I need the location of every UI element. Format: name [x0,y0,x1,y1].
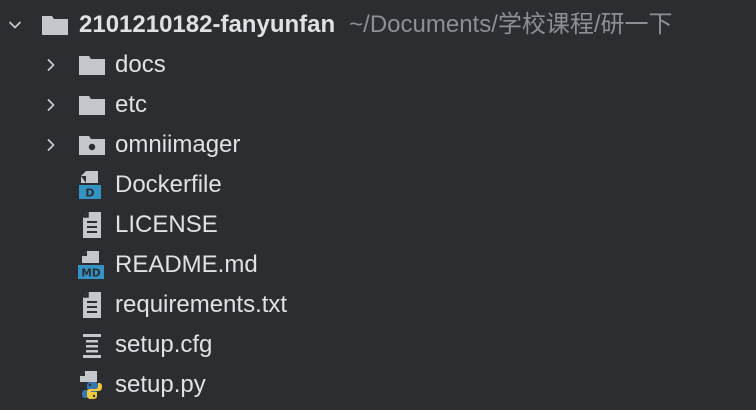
item-label: omniimager [115,131,241,158]
root-name: 2101210182-fanyunfan [79,11,336,38]
chevron-right-icon[interactable] [41,135,61,155]
item-label: Dockerfile [115,171,222,198]
item-label: LICENSE [115,211,218,238]
tree-row-etc[interactable]: etc [0,85,756,125]
folder-icon [40,10,70,40]
item-label: requirements.txt [115,291,288,318]
tree-row-docs[interactable]: docs [0,45,756,85]
tree-row-requirements[interactable]: requirements.txt [0,285,756,325]
tree-row-omniimager[interactable]: omniimager [0,125,756,165]
text-file-icon [77,210,107,240]
tree-row-readme[interactable]: MD README.md [0,245,756,285]
text-file-icon [77,290,107,320]
config-file-icon [77,330,107,360]
svg-text:D: D [85,187,94,200]
item-label: docs [115,51,166,78]
chevron-right-icon[interactable] [41,95,61,115]
package-folder-icon [77,130,107,160]
tree-row-root[interactable]: 2101210182-fanyunfan ~/Documents/学校课程/研一下 [0,5,756,45]
item-label: setup.cfg [115,331,213,358]
chevron-down-icon[interactable] [5,15,25,35]
python-file-icon [77,370,107,400]
item-label: README.md [115,251,258,278]
folder-icon [77,50,107,80]
root-path: ~/Documents/学校课程/研一下 [349,11,673,38]
item-label: etc [115,91,148,118]
root-label: 2101210182-fanyunfan ~/Documents/学校课程/研一下 [79,5,673,45]
tree-row-setup-cfg[interactable]: setup.cfg [0,325,756,365]
dockerfile-icon: D [77,170,107,200]
chevron-right-icon[interactable] [41,55,61,75]
folder-icon [77,90,107,120]
tree-row-dockerfile[interactable]: D Dockerfile [0,165,756,205]
svg-text:MD: MD [81,268,100,280]
tree-row-setup-py[interactable]: setup.py [0,365,756,405]
item-label: setup.py [115,371,206,398]
tree-row-license[interactable]: LICENSE [0,205,756,245]
project-tree: 2101210182-fanyunfan ~/Documents/学校课程/研一下… [0,0,756,410]
markdown-file-icon: MD [77,250,107,280]
